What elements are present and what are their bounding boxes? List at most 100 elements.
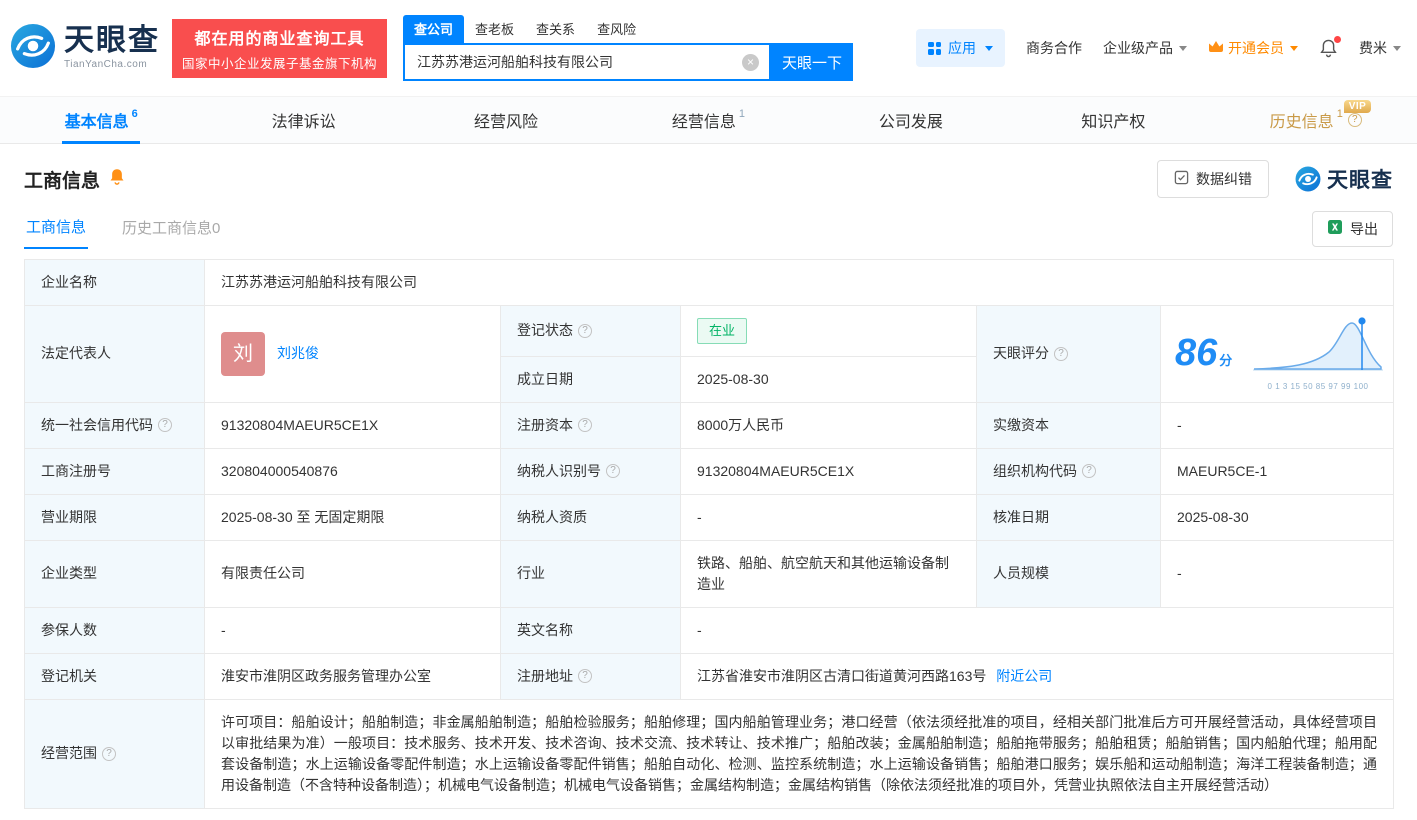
slogan-banner: 都在用的商业查询工具 国家中小企业发展子基金旗下机构 — [172, 19, 387, 78]
search-tab-risk[interactable]: 查风险 — [586, 15, 647, 43]
search-button[interactable]: 天眼一下 — [771, 43, 853, 81]
reg-address-value: 江苏省淮安市淮阴区古清口街道黄河西路163号 — [697, 668, 986, 684]
nearby-companies-link[interactable]: 附近公司 — [996, 668, 1052, 684]
tianyancha-logo-icon — [10, 23, 56, 74]
table-row: 营业期限 2025-08-30 至 无固定期限 纳税人资质 - 核准日期 202… — [25, 494, 1394, 540]
slogan-line2: 国家中小企业发展子基金旗下机构 — [182, 53, 377, 72]
search-tab-relation[interactable]: 查关系 — [525, 15, 586, 43]
top-header: 天眼查 TianYanCha.com 都在用的商业查询工具 国家中小企业发展子基… — [0, 0, 1417, 96]
nav-enterprise[interactable]: 企业级产品 — [1103, 38, 1187, 58]
top-nav: 应用 商务合作 企业级产品 开通会员 费米 — [916, 29, 1401, 67]
chevron-down-icon — [1290, 46, 1298, 51]
field-label: 天眼评分? — [977, 306, 1161, 403]
score-cell: 86分 0 1 3 15 50 85 97 99 100 — [1161, 306, 1394, 403]
subtab-history-info[interactable]: 历史工商信息0 — [120, 209, 222, 248]
logo-domain: TianYanCha.com — [64, 59, 160, 70]
reg-address-cell: 江苏省淮安市淮阴区古清口街道黄河西路163号 附近公司 — [681, 653, 1394, 699]
tab-intellectual-property[interactable]: 知识产权 — [1012, 97, 1214, 143]
tab-basic-info[interactable]: 基本信息6 — [0, 97, 202, 143]
user-menu[interactable]: 费米 — [1359, 38, 1401, 58]
apps-menu[interactable]: 应用 — [916, 29, 1005, 67]
field-label: 行业 — [501, 540, 681, 607]
help-icon[interactable]: ? — [1348, 113, 1362, 127]
subscribe-bell-icon[interactable] — [108, 167, 126, 191]
business-term-value: 2025-08-30 至 无固定期限 — [205, 494, 501, 540]
tab-count: 1 — [1337, 108, 1343, 120]
status-badge: 在业 — [697, 318, 747, 344]
slogan-line1: 都在用的商业查询工具 — [182, 25, 377, 49]
legal-rep-link[interactable]: 刘兆俊 — [277, 343, 319, 364]
taxpayer-id-value: 91320804MAEUR5CE1X — [681, 448, 977, 494]
field-label: 参保人数 — [25, 607, 205, 653]
avatar[interactable]: 刘 — [221, 332, 265, 376]
help-icon[interactable]: ? — [606, 464, 620, 478]
search-box: × — [403, 43, 771, 81]
legal-rep-cell: 刘 刘兆俊 — [205, 306, 501, 403]
business-info-subtabs: 工商信息 历史工商信息0 导出 — [0, 208, 1417, 249]
field-label: 企业名称 — [25, 260, 205, 306]
notification-bell-icon[interactable] — [1319, 38, 1338, 58]
help-icon[interactable]: ? — [578, 669, 592, 683]
help-icon[interactable]: ? — [102, 747, 116, 761]
search-tab-boss[interactable]: 查老板 — [464, 15, 525, 43]
excel-icon — [1327, 219, 1343, 238]
search-input[interactable] — [405, 54, 742, 70]
help-icon[interactable]: ? — [1082, 464, 1096, 478]
search-tabs: 查公司 查老板 查关系 查风险 — [403, 15, 853, 43]
field-label: 实缴资本 — [977, 402, 1161, 448]
table-row: 登记机关 淮安市淮阴区政务服务管理办公室 注册地址? 江苏省淮安市淮阴区古清口街… — [25, 653, 1394, 699]
tab-operation-risk[interactable]: 经营风险 — [405, 97, 607, 143]
crown-icon — [1208, 40, 1224, 56]
subtab-current-info[interactable]: 工商信息 — [24, 208, 88, 249]
field-label: 注册资本? — [501, 402, 681, 448]
table-row: 企业名称 江苏苏港运河船舶科技有限公司 — [25, 260, 1394, 306]
company-type-value: 有限责任公司 — [205, 540, 501, 607]
export-button[interactable]: 导出 — [1312, 211, 1393, 247]
tab-count: 6 — [132, 108, 138, 120]
field-label: 组织机构代码? — [977, 448, 1161, 494]
credit-code-value: 91320804MAEUR5CE1X — [205, 402, 501, 448]
company-name-value: 江苏苏港运河船舶科技有限公司 — [205, 260, 1394, 306]
field-label: 登记状态? — [501, 306, 681, 357]
english-name-value: - — [681, 607, 1394, 653]
staff-size-value: - — [1161, 540, 1394, 607]
tab-operation-info[interactable]: 经营信息1 — [607, 97, 809, 143]
tianyancha-logo[interactable]: 天眼查 TianYanCha.com — [10, 23, 160, 74]
tab-history-info[interactable]: 历史信息1 ? VIP — [1215, 97, 1417, 143]
company-section-tabs: 基本信息6 法律诉讼 经营风险 经营信息1 公司发展 知识产权 历史信息1 ? … — [0, 96, 1417, 144]
help-icon[interactable]: ? — [578, 418, 592, 432]
score-unit: 分 — [1219, 353, 1232, 368]
username: 费米 — [1359, 38, 1387, 58]
reg-number-value: 320804000540876 — [205, 448, 501, 494]
reg-capital-value: 8000万人民币 — [681, 402, 977, 448]
section-title: 工商信息 — [24, 166, 100, 193]
establish-date-value: 2025-08-30 — [681, 356, 977, 402]
logo-text: 天眼查 — [64, 26, 160, 56]
help-icon[interactable]: ? — [1054, 347, 1068, 361]
search-tab-company[interactable]: 查公司 — [403, 15, 464, 43]
nav-vip-upgrade[interactable]: 开通会员 — [1208, 38, 1298, 58]
correction-icon — [1174, 170, 1189, 188]
clear-search-icon[interactable]: × — [742, 54, 759, 71]
table-row: 法定代表人 刘 刘兆俊 登记状态? 在业 天眼评分? 86分 — [25, 306, 1394, 357]
tab-company-development[interactable]: 公司发展 — [810, 97, 1012, 143]
tab-count: 1 — [739, 108, 745, 120]
field-label: 登记机关 — [25, 653, 205, 699]
insured-count-value: - — [205, 607, 501, 653]
chevron-down-icon — [1179, 46, 1187, 51]
apps-grid-icon — [928, 42, 941, 55]
reg-authority-value: 淮安市淮阴区政务服务管理办公室 — [205, 653, 501, 699]
field-label: 纳税人识别号? — [501, 448, 681, 494]
field-label: 注册地址? — [501, 653, 681, 699]
nav-cooperation[interactable]: 商务合作 — [1026, 38, 1082, 58]
help-icon[interactable]: ? — [578, 324, 592, 338]
reg-status-cell: 在业 — [681, 306, 977, 357]
table-row: 企业类型 有限责任公司 行业 铁路、船舶、航空航天和其他运输设备制造业 人员规模… — [25, 540, 1394, 607]
help-icon[interactable]: ? — [158, 418, 172, 432]
data-correction-button[interactable]: 数据纠错 — [1157, 160, 1269, 198]
tab-legal-proceedings[interactable]: 法律诉讼 — [202, 97, 404, 143]
tianyancha-watermark: 天眼查 — [1295, 164, 1393, 194]
field-label: 法定代表人 — [25, 306, 205, 403]
score-value: 86 — [1175, 332, 1217, 374]
field-label: 核准日期 — [977, 494, 1161, 540]
